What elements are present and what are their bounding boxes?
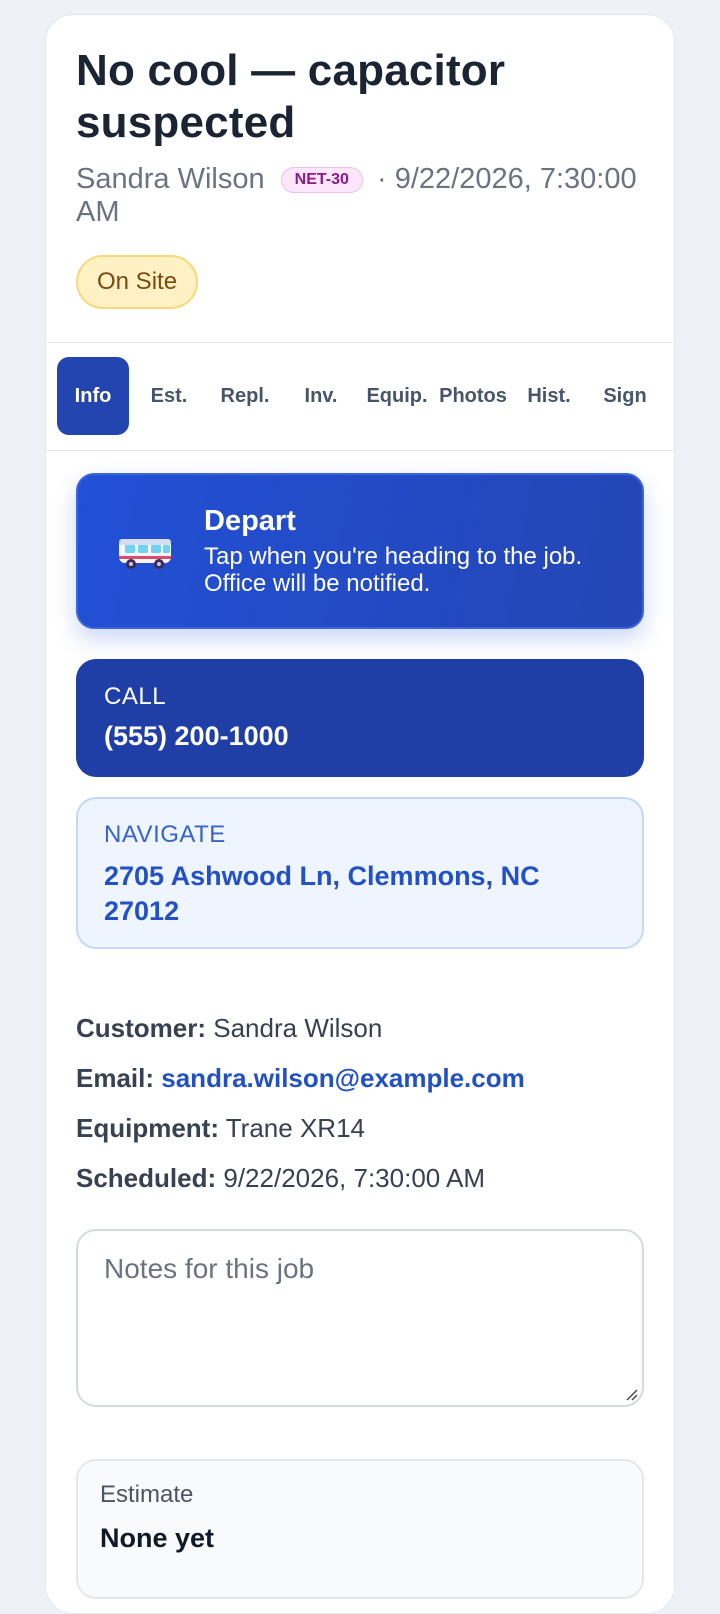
tab-photos[interactable]: Photos — [437, 357, 509, 435]
info-content: Depart Tap when you're heading to the jo… — [46, 451, 674, 1599]
tab-history[interactable]: Hist. — [513, 357, 585, 435]
tab-bar: Info Est. Repl. Inv. Equip. Photos Hist.… — [46, 343, 674, 451]
depart-description: Tap when you're heading to the job. Offi… — [204, 543, 583, 597]
email-link[interactable]: sandra.wilson@example.com — [161, 1063, 524, 1093]
estimate-summary: Estimate None yet — [76, 1459, 644, 1599]
job-card: No cool — capacitor suspected Sandra Wil… — [45, 14, 675, 1614]
call-button[interactable]: CALL (555) 200-1000 — [76, 659, 644, 777]
navigate-label: NAVIGATE — [104, 821, 226, 848]
terms-badge: NET-30 — [280, 167, 363, 193]
depart-title: Depart — [204, 505, 296, 537]
notes-input[interactable] — [104, 1253, 616, 1383]
tab-info[interactable]: Info — [57, 357, 129, 435]
job-subline: Sandra Wilson NET-30 · 9/22/2026, 7:30:0… — [76, 163, 644, 229]
job-title: No cool — capacitor suspected — [76, 46, 506, 147]
job-header: No cool — capacitor suspected Sandra Wil… — [46, 15, 674, 343]
status-badge: On Site — [76, 255, 199, 309]
detail-customer: Customer: Sandra Wilson — [76, 1013, 644, 1043]
detail-equipment: Equipment: Trane XR14 — [76, 1113, 644, 1143]
resize-handle-icon[interactable] — [622, 1385, 638, 1401]
estimate-label: Estimate — [100, 1481, 194, 1508]
depart-button[interactable]: Depart Tap when you're heading to the jo… — [76, 473, 644, 629]
tab-sign[interactable]: Sign — [589, 357, 661, 435]
estimate-value: None yet — [100, 1523, 215, 1553]
email-label: Email: — [76, 1063, 155, 1093]
notes-container — [76, 1229, 644, 1407]
scheduled-value: 9/22/2026, 7:30:00 AM — [223, 1163, 486, 1193]
tab-invoice[interactable]: Inv. — [285, 357, 357, 435]
navigate-address: 2705 Ashwood Ln, Clemmons, NC 27012 — [104, 861, 540, 926]
tab-replacement[interactable]: Repl. — [209, 357, 281, 435]
customer-name: Sandra Wilson — [76, 163, 265, 195]
customer-label: Customer: — [76, 1013, 207, 1043]
tab-estimate[interactable]: Est. — [133, 357, 205, 435]
separator: · — [376, 163, 387, 195]
equipment-value: Trane XR14 — [225, 1113, 365, 1143]
customer-value: Sandra Wilson — [213, 1013, 383, 1043]
scheduled-label: Scheduled: — [76, 1163, 217, 1193]
equipment-label: Equipment: — [76, 1113, 219, 1143]
detail-email: Email: sandra.wilson@example.com — [76, 1063, 644, 1093]
navigate-button[interactable]: NAVIGATE 2705 Ashwood Ln, Clemmons, NC 2… — [76, 797, 644, 949]
van-icon — [119, 539, 171, 569]
tab-equipment[interactable]: Equip. — [361, 357, 433, 435]
call-label: CALL — [104, 683, 167, 710]
job-details: Customer: Sandra Wilson Email: sandra.wi… — [76, 1013, 644, 1193]
call-phone: (555) 200-1000 — [104, 721, 289, 751]
detail-scheduled: Scheduled: 9/22/2026, 7:30:00 AM — [76, 1163, 644, 1193]
